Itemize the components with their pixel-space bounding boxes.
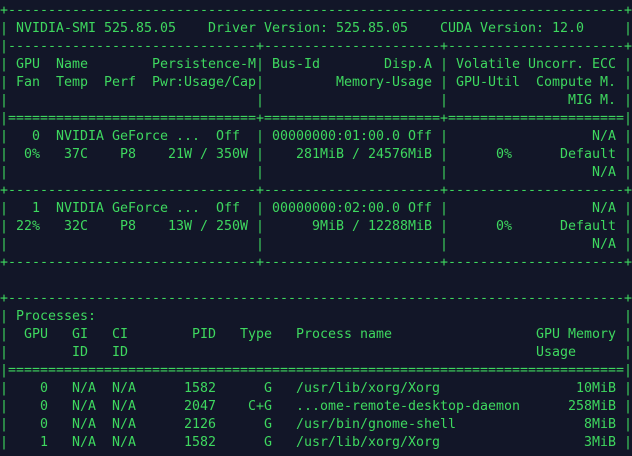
nvidia-smi-border-top: +---------------------------------------… [0, 3, 632, 18]
processes-border-bottom: +---------------------------------------… [0, 452, 632, 456]
processes-column-headers-row-1: | GPU GI CI PID Type Process name GPU Me… [0, 327, 632, 342]
process-row: | 1 N/A N/A 1582 G /usr/lib/xorg/Xorg 3M… [0, 435, 632, 450]
process-row: | 0 N/A N/A 1582 G /usr/lib/xorg/Xorg 10… [0, 381, 632, 396]
process-row: | 0 N/A N/A 2047 C+G ...ome-remote-deskt… [0, 399, 632, 414]
processes-border-top: +---------------------------------------… [0, 291, 632, 306]
gpu-table-header-separator: |===============================+=======… [0, 111, 632, 126]
gpu-1-row-3: | | | N/A | [0, 237, 632, 252]
process-row: | 0 N/A N/A 2126 G /usr/bin/gnome-shell … [0, 417, 632, 432]
gpu-table-divider: |-------------------------------+-------… [0, 39, 632, 54]
gpu-0-row-2: | 0% 37C P8 21W / 350W | 281MiB / 24576M… [0, 147, 632, 162]
terminal-window[interactable]: +---------------------------------------… [0, 0, 632, 456]
gpu-0-row-3: | | | N/A | [0, 165, 632, 180]
gpu-table-column-headers-row-2: | Fan Temp Perf Pwr:Usage/Cap| Memory-Us… [0, 75, 632, 90]
gpu-1-row-1: | 1 NVIDIA GeForce ... Off | 00000000:02… [0, 201, 632, 216]
gpu-table-border-bottom: +-------------------------------+-------… [0, 255, 632, 270]
processes-title: | Processes: | [0, 309, 632, 324]
processes-column-headers-row-2: | ID ID Usage | [0, 345, 632, 360]
gpu-row-divider: +-------------------------------+-------… [0, 183, 632, 198]
gpu-1-row-2: | 22% 32C P8 13W / 250W | 9MiB / 12288Mi… [0, 219, 632, 234]
gpu-table-column-headers-row-1: | GPU Name Persistence-M| Bus-Id Disp.A … [0, 57, 632, 72]
gpu-table-column-headers-row-3: | | | MIG M. | [0, 93, 632, 108]
nvidia-smi-header: | NVIDIA-SMI 525.85.05 Driver Version: 5… [0, 21, 632, 36]
gpu-0-row-1: | 0 NVIDIA GeForce ... Off | 00000000:01… [0, 129, 632, 144]
processes-header-separator: |=======================================… [0, 363, 632, 378]
